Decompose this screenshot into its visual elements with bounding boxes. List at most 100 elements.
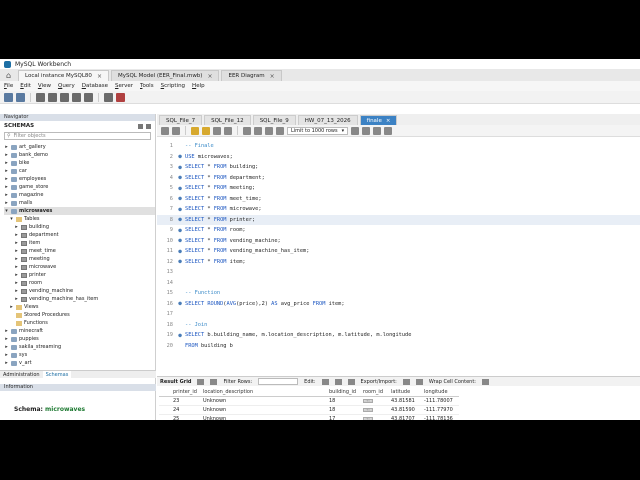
column-header[interactable]: latitude bbox=[389, 389, 422, 395]
execute-icon[interactable] bbox=[191, 126, 199, 135]
expand-icon[interactable]: ▸ bbox=[4, 328, 9, 334]
open-file-icon[interactable] bbox=[161, 126, 169, 135]
filter-objects-input[interactable]: ⚲ Filter objects bbox=[4, 132, 151, 140]
expand-icon[interactable]: ▸ bbox=[14, 240, 19, 246]
table-row[interactable]: 23 Unknown 18 BLOB 43.81581 -111.78007 bbox=[159, 397, 459, 406]
table-cell[interactable]: 23 bbox=[171, 398, 201, 404]
expand-icon[interactable]: ▸ bbox=[14, 264, 19, 270]
expand-icon[interactable]: ▸ bbox=[14, 256, 19, 262]
autocommit-icon[interactable] bbox=[276, 126, 284, 135]
expand-icon[interactable]: ▸ bbox=[14, 272, 19, 278]
table-cell[interactable]: BLOB bbox=[361, 407, 389, 413]
result-grid-tab[interactable]: Result Grid bbox=[160, 379, 191, 385]
expand-icon[interactable]: ▸ bbox=[4, 344, 9, 350]
menu-file[interactable]: File bbox=[4, 83, 13, 89]
expand-icon[interactable]: ▸ bbox=[4, 192, 9, 198]
column-header[interactable]: printer_id bbox=[171, 389, 201, 395]
editor-line[interactable]: 17 bbox=[157, 309, 640, 319]
menu-server[interactable]: Server bbox=[115, 83, 133, 89]
column-header[interactable]: location_description bbox=[201, 389, 327, 395]
editor-line[interactable]: 15 -- Function bbox=[157, 288, 640, 298]
expand-icon[interactable]: ▸ bbox=[4, 352, 9, 358]
toggle-error-icon[interactable] bbox=[243, 126, 251, 135]
commit-icon[interactable] bbox=[254, 126, 262, 135]
table-cell[interactable]: 24 bbox=[171, 407, 201, 413]
wrap-icon[interactable] bbox=[481, 378, 489, 385]
create-procedure-icon[interactable] bbox=[72, 92, 81, 102]
collapse-arrow-icon[interactable]: ▾ bbox=[4, 208, 9, 214]
schema-item[interactable]: ▸ sakila_streaming bbox=[4, 343, 155, 351]
query-tab[interactable]: SQL_File_9 bbox=[252, 115, 296, 125]
table-item[interactable]: ▸ vending_machine bbox=[4, 287, 155, 295]
expand-icon[interactable]: ▸ bbox=[4, 336, 9, 342]
stop-icon[interactable] bbox=[224, 126, 232, 135]
editor-line[interactable]: 19 ● SELECT b.building_name, m.location_de… bbox=[157, 330, 640, 340]
menu-tools[interactable]: Tools bbox=[140, 83, 154, 89]
word-wrap-icon[interactable] bbox=[384, 126, 393, 135]
close-icon[interactable]: × bbox=[386, 118, 391, 124]
expand-icon[interactable]: ▸ bbox=[14, 224, 19, 230]
query-tab[interactable]: SQL_File_7 bbox=[159, 115, 203, 125]
save-icon[interactable] bbox=[172, 126, 180, 135]
editor-line[interactable]: 1 -- Finale bbox=[157, 141, 640, 151]
delete-row-icon[interactable] bbox=[347, 378, 355, 385]
menu-query[interactable]: Query bbox=[58, 83, 75, 89]
schema-item[interactable]: ▸ magazine bbox=[4, 191, 155, 199]
create-function-icon[interactable] bbox=[84, 92, 93, 102]
execute-current-icon[interactable] bbox=[202, 126, 210, 135]
table-item[interactable]: ▸ item bbox=[4, 239, 155, 247]
menu-help[interactable]: Help bbox=[192, 83, 205, 89]
column-header[interactable]: room_id bbox=[361, 389, 389, 395]
import-icon[interactable] bbox=[415, 378, 423, 385]
schema-item[interactable]: ▸ art_gallery bbox=[4, 143, 155, 151]
table-item[interactable]: ▸ building bbox=[4, 223, 155, 231]
connection-tab-eer[interactable]: EER Diagram × bbox=[221, 70, 282, 81]
expand-icon[interactable]: ▸ bbox=[4, 160, 9, 166]
sql-editor[interactable]: 1 -- Finale 2 ● USE microwaves; 3 ● SELECT * FR… bbox=[157, 137, 640, 374]
explain-icon[interactable] bbox=[213, 126, 221, 135]
schema-item[interactable]: ▸ game_store bbox=[4, 183, 155, 191]
table-cell[interactable]: 25 bbox=[171, 416, 201, 420]
editor-line[interactable]: 14 bbox=[157, 278, 640, 288]
query-tab[interactable]: HW_07_13_2026 bbox=[297, 115, 358, 125]
expand-icon[interactable]: ▸ bbox=[14, 296, 19, 302]
table-row[interactable]: 24 Unknown 18 BLOB 43.81590 -111.77970 bbox=[159, 406, 459, 415]
editor-line[interactable]: 12 ● SELECT * FROM item; bbox=[157, 257, 640, 267]
table-cell[interactable]: BLOB bbox=[361, 398, 389, 404]
new-sql-tab-icon[interactable] bbox=[4, 92, 13, 102]
expand-icon[interactable]: ▸ bbox=[4, 152, 9, 158]
table-cell[interactable]: BLOB bbox=[361, 416, 389, 420]
schema-item[interactable]: ▸ minecraft bbox=[4, 327, 155, 335]
editor-line[interactable]: 10 ● SELECT * FROM vending_machine; bbox=[157, 236, 640, 246]
invisible-chars-icon[interactable] bbox=[373, 126, 382, 135]
expand-icon[interactable]: ▸ bbox=[4, 360, 9, 366]
menu-edit[interactable]: Edit bbox=[20, 83, 31, 89]
table-cell[interactable]: Unknown bbox=[201, 407, 327, 413]
expand-icon[interactable]: ▸ bbox=[14, 232, 19, 238]
query-tab[interactable]: SQL_File_12 bbox=[204, 115, 251, 125]
schema-item[interactable]: ▸ sys bbox=[4, 351, 155, 359]
create-schema-icon[interactable] bbox=[36, 92, 45, 102]
editor-line[interactable]: 4 ● SELECT * FROM department; bbox=[157, 173, 640, 183]
menu-database[interactable]: Database bbox=[82, 83, 108, 89]
column-header[interactable]: building_id bbox=[327, 389, 361, 395]
beautify-icon[interactable] bbox=[351, 126, 360, 135]
table-cell[interactable]: -111.77970 bbox=[422, 407, 459, 413]
table-item[interactable]: ▸ meeting bbox=[4, 255, 155, 263]
expand-icon[interactable]: ▸ bbox=[4, 168, 9, 174]
editor-line[interactable]: 3 ● SELECT * FROM building; bbox=[157, 162, 640, 172]
collapse-arrow-icon[interactable]: ▾ bbox=[9, 216, 14, 222]
table-cell[interactable]: -111.78007 bbox=[422, 398, 459, 404]
table-cell[interactable]: 17 bbox=[327, 416, 361, 420]
editor-line[interactable]: 18 -- Join bbox=[157, 320, 640, 330]
filter-rows-input[interactable] bbox=[258, 378, 299, 385]
edit-row-icon[interactable] bbox=[321, 378, 329, 385]
connection-tab-local[interactable]: Local instance MySQL80 × bbox=[18, 70, 109, 81]
create-table-icon[interactable] bbox=[48, 92, 57, 102]
schema-item[interactable]: ▸ v_art bbox=[4, 359, 155, 367]
export-icon[interactable] bbox=[402, 378, 410, 385]
table-item[interactable]: ▸ vending_machine_has_item bbox=[4, 295, 155, 303]
add-row-icon[interactable] bbox=[334, 378, 342, 385]
expand-icon[interactable]: ▸ bbox=[4, 144, 9, 150]
editor-line[interactable]: 2 ● USE microwaves; bbox=[157, 152, 640, 162]
